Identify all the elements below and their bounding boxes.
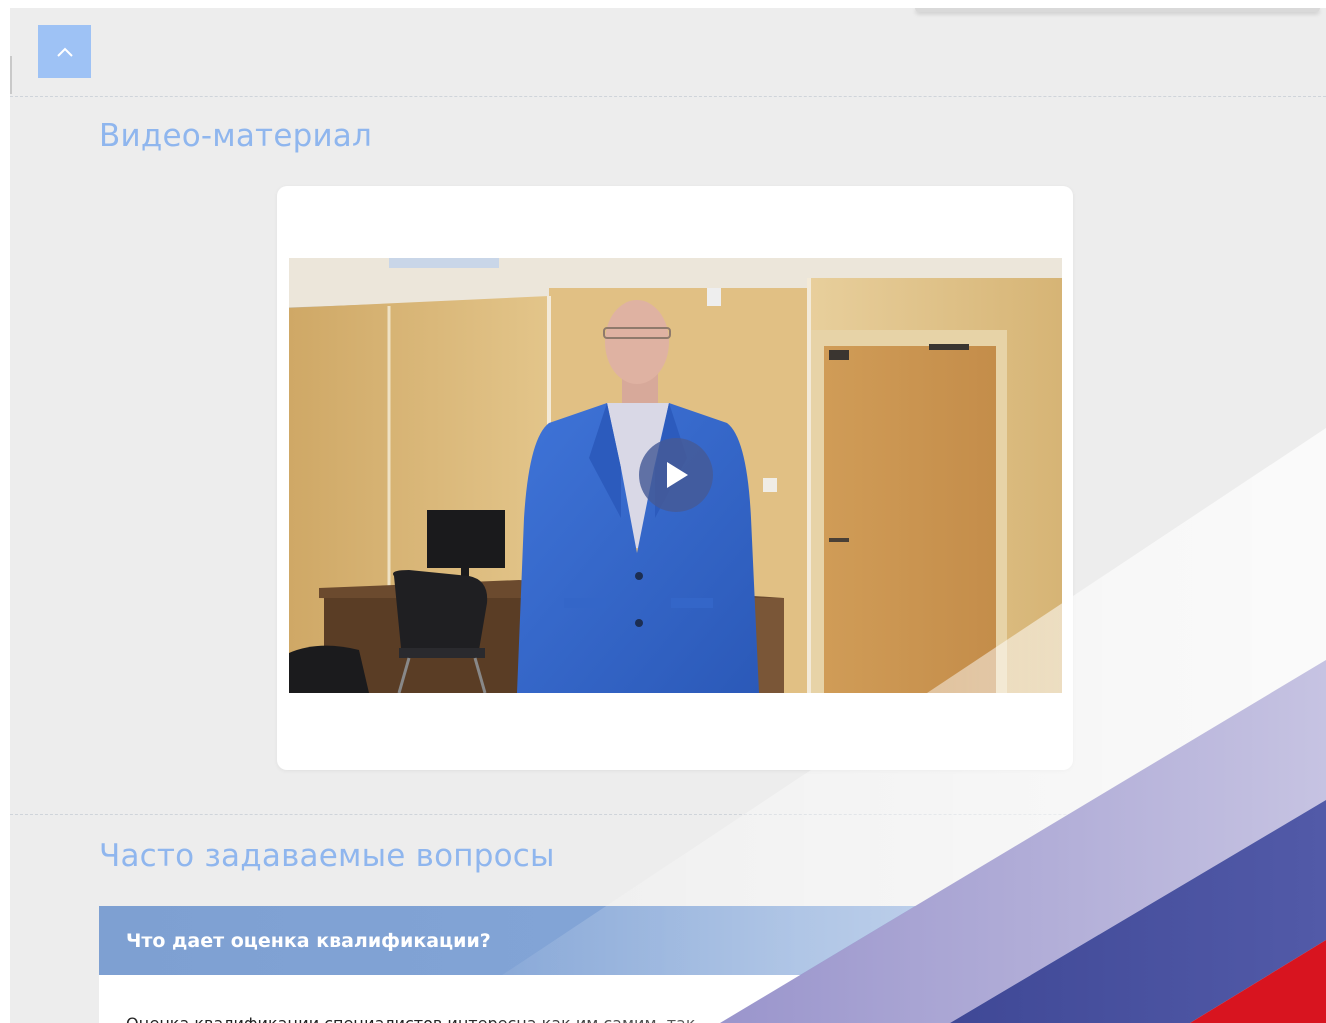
- video-player[interactable]: [289, 258, 1062, 693]
- faq-section-title: Часто задаваемые вопросы: [99, 838, 555, 874]
- top-shadow-bar: [915, 8, 1320, 12]
- faq-answer-text: Оценка квалификации специалистов интерес…: [126, 1014, 695, 1023]
- play-button[interactable]: [639, 438, 713, 512]
- section-divider: [10, 96, 1326, 97]
- page: Видео-материал Часто задаваемые вопросы …: [10, 8, 1326, 1023]
- chevron-up-icon: [56, 46, 74, 58]
- play-icon: [662, 460, 690, 490]
- left-edge-mark: [10, 56, 12, 94]
- faq-item: Что дает оценка квалификации? Оценка ква…: [99, 906, 1099, 1023]
- video-section-title: Видео-материал: [99, 118, 373, 154]
- section-divider: [10, 814, 1326, 815]
- faq-question: Что дает оценка квалификации?: [126, 929, 491, 952]
- faq-question-header[interactable]: Что дает оценка квалификации?: [99, 906, 1099, 975]
- faq-answer: Оценка квалификации специалистов интерес…: [99, 975, 1099, 1023]
- scroll-top-button[interactable]: [38, 25, 91, 78]
- video-card: [277, 186, 1073, 770]
